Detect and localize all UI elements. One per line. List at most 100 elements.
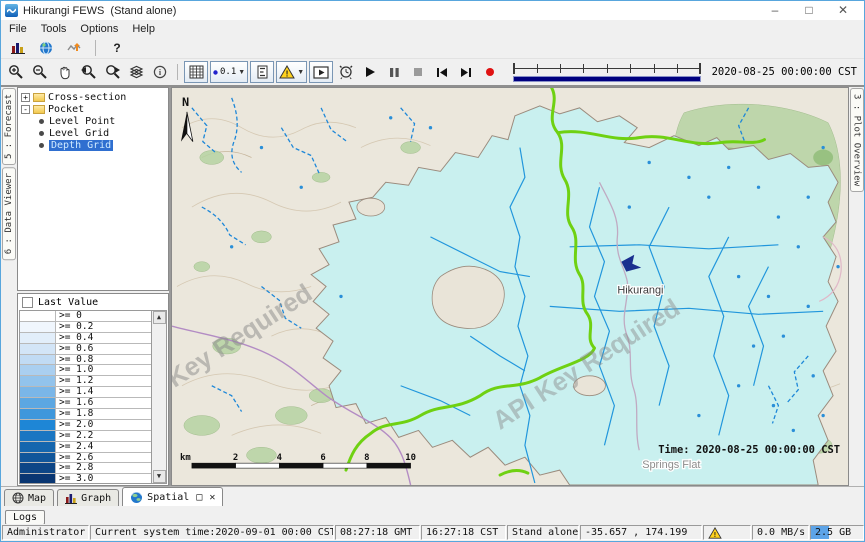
bar-chart-icon [65,493,77,504]
tab-graph[interactable]: Graph [57,489,119,506]
last-value-label: Last Value [38,297,98,308]
tree-item-label: Level Point [49,116,115,127]
tree-item-level-point[interactable]: Level Point [19,115,168,127]
help-button[interactable]: ? [106,38,128,58]
right-tab-plot-overview[interactable]: 3 : Plot Overview [850,88,864,192]
time-slider-tick [630,64,631,73]
map-canvas[interactable]: API Key Required API Key Required Hikura… [171,87,849,486]
time-slider-tick [654,64,655,73]
chevron-down-icon: ▼ [297,69,304,76]
menu-file[interactable]: File [3,22,35,36]
time-slider-tick [537,64,538,73]
toolbar-separator [177,64,178,80]
info-icon[interactable]: i [149,62,171,82]
town-label: Hikurangi [617,284,663,296]
time-slider-tick [607,64,608,73]
tab-spatial-label: Spatial [147,492,189,503]
logs-button[interactable]: Logs [5,510,45,525]
left-tab-strip: 5 : Forecast 6 : Data Viewer [1,87,17,486]
status-bar: Administrator Current system time:2020-0… [1,524,864,541]
bar-chart-icon[interactable] [7,38,29,58]
menu-bar: FileToolsOptionsHelp [1,20,864,37]
legend-row: >= 3.0 [20,474,151,483]
menu-help[interactable]: Help [126,22,163,36]
time-slider[interactable] [513,63,700,82]
collapse-icon[interactable]: - [21,105,30,114]
pan-hand-icon[interactable] [53,62,75,82]
svg-text:!: ! [286,69,289,79]
left-tab-0[interactable]: 5 : Forecast [2,88,16,165]
stop-button[interactable] [407,62,429,82]
map-time-label: Time: 2020-08-25 00:00:00 CST [658,444,840,456]
legend-color-swatch [20,420,56,430]
zoom-in-icon[interactable] [5,62,27,82]
legend-button[interactable] [250,61,274,83]
menu-tools[interactable]: Tools [35,22,75,36]
layers-icon[interactable] [125,62,147,82]
maximize-button[interactable]: □ [792,2,826,19]
legend-row: >= 2.4 [20,442,151,453]
legend-row-label: >= 2.6 [56,453,151,463]
last-value-checkbox[interactable] [22,297,33,308]
warning-dropdown-button[interactable]: ! ▼ [276,61,307,83]
legend-color-swatch [20,387,56,397]
menu-options[interactable]: Options [74,22,126,36]
place-label: Springs Flat [642,459,700,471]
tab-map-label: Map [28,493,46,504]
time-slider-end-handle[interactable] [699,63,701,74]
timer-icon[interactable] [335,62,357,82]
zoom-out-icon[interactable] [29,62,51,82]
tree-item-label: Depth Grid [49,140,113,151]
legend-row-label: >= 0.6 [56,344,151,354]
globe-icon[interactable] [35,38,57,58]
expand-icon[interactable]: + [21,93,30,102]
legend-row-label: >= 1.8 [56,409,151,419]
status-coordinates: -35.657 , 174.199 [580,525,702,540]
legend-color-swatch [20,333,56,343]
time-slider-track[interactable] [513,63,700,74]
scroll-down-icon[interactable]: ▼ [153,470,166,483]
minimize-button[interactable]: – [758,2,792,19]
skip-to-start-button[interactable] [431,62,453,82]
tree-item-label: Pocket [48,104,84,115]
tree-item-pocket[interactable]: - Pocket [19,103,168,115]
legend-row-label: >= 1.0 [56,365,151,375]
close-button[interactable]: ✕ [826,2,860,19]
scale-tick-label: 2 [233,453,238,463]
legend-row-label: >= 0.4 [56,333,151,343]
tree-item-cross-section[interactable]: +Cross-section [19,91,168,103]
record-button[interactable] [479,62,501,82]
memory-value: 2.5 GB [815,527,851,538]
scale-bar-segments [192,463,411,468]
skip-to-end-button[interactable] [455,62,477,82]
status-network-rate: 0.0 MB/s [752,525,809,540]
legend-scrollbar[interactable]: ▲ ▼ [151,311,166,483]
zoom-previous-icon[interactable] [77,62,99,82]
scroll-up-icon[interactable]: ▲ [153,311,166,324]
pause-button[interactable] [383,62,405,82]
zoom-next-icon[interactable] [101,62,123,82]
tree-item-depth-grid[interactable]: Depth Grid [19,139,168,151]
scale-tick-label: 4 [277,453,282,463]
left-tab-1[interactable]: 6 : Data Viewer [2,167,16,260]
tab-spatial[interactable]: Spatial □ ✕ [122,487,223,506]
timeseries-display-icon[interactable] [63,38,85,58]
bullet-icon [39,143,44,148]
legend-rows: >= 0>= 0.2>= 0.4>= 0.6>= 0.8>= 1.0>= 1.2… [20,311,151,483]
tree-item-label: Level Grid [49,128,109,139]
tab-map[interactable]: Map [4,489,54,506]
app-logo-icon [5,4,18,17]
blue-globe-icon [130,491,143,504]
time-slider-start-handle[interactable] [513,63,515,74]
warning-icon: ! [708,527,722,539]
wire-globe-icon [12,492,24,504]
tab-maximize-icon[interactable]: □ [196,492,202,503]
animation-button[interactable] [309,61,333,83]
tab-close-icon[interactable]: ✕ [209,492,215,503]
play-button[interactable] [359,62,381,82]
tree-item-level-grid[interactable]: Level Grid [19,127,168,139]
time-period-bar [513,76,700,82]
main-area: 5 : Forecast 6 : Data Viewer +Cross-secti… [1,87,864,486]
grid-display-button[interactable] [184,61,208,83]
contour-value-dropdown[interactable]: 0.1 ▼ [210,61,248,83]
